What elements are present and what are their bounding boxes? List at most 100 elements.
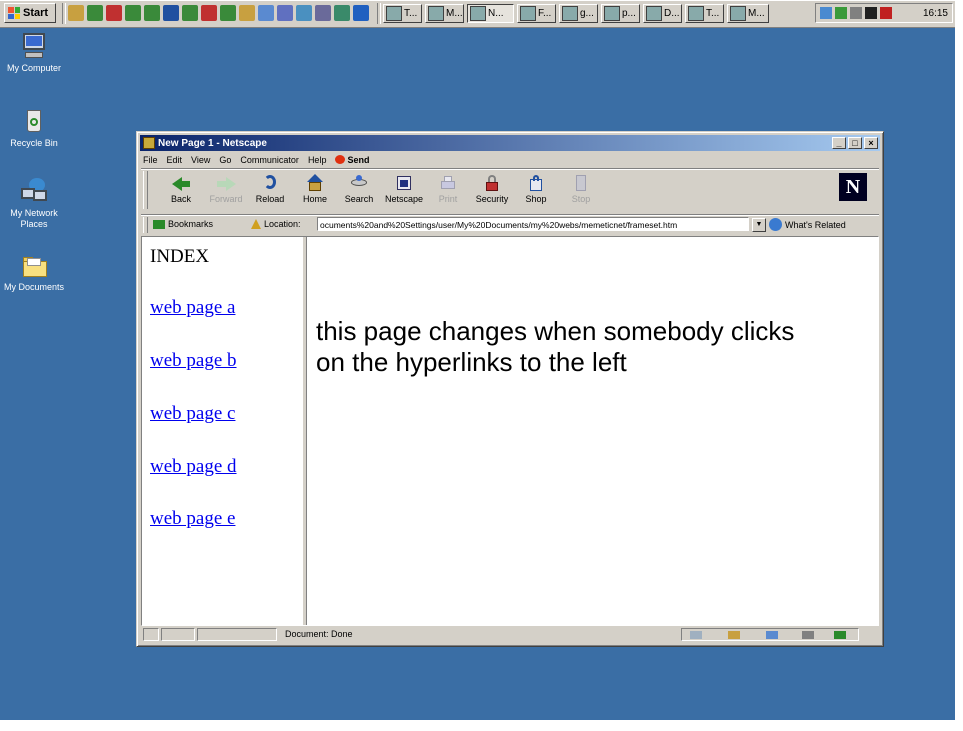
mixer-icon[interactable] xyxy=(68,5,84,21)
task-label: T... xyxy=(404,8,418,19)
quick-launch xyxy=(68,5,369,21)
home-button[interactable]: Home xyxy=(293,171,337,209)
app-icon[interactable] xyxy=(201,5,217,21)
link-web-page-e[interactable]: web page e xyxy=(150,508,235,530)
location-dropdown-button[interactable]: ▼ xyxy=(752,218,766,232)
mail-icon[interactable] xyxy=(728,631,740,639)
app-icon xyxy=(520,6,536,21)
menu-file[interactable]: File xyxy=(143,155,158,165)
app-icon[interactable] xyxy=(296,5,312,21)
link-web-page-d[interactable]: web page d xyxy=(150,456,237,478)
send-icon xyxy=(335,155,346,164)
connection-status-icon[interactable] xyxy=(161,628,195,641)
desktop-icon-my-documents[interactable]: My Documents xyxy=(0,252,69,293)
task-button-active[interactable]: N... xyxy=(467,4,514,23)
desktop-icon-recycle-bin[interactable]: Recycle Bin xyxy=(0,108,69,149)
clock[interactable]: 16:15 xyxy=(923,8,948,19)
app-icon[interactable] xyxy=(258,5,274,21)
task-button[interactable]: F... xyxy=(517,4,556,23)
location-icon[interactable] xyxy=(251,219,261,229)
stop-label: Stop xyxy=(571,194,591,204)
app-icon[interactable] xyxy=(163,5,179,21)
reload-button[interactable]: Reload xyxy=(248,171,292,209)
minimize-button[interactable]: _ xyxy=(832,137,846,149)
app-icon xyxy=(386,6,402,21)
start-button[interactable]: Start xyxy=(4,3,56,23)
task-button[interactable]: p... xyxy=(601,4,640,23)
whats-related-label: What's Related xyxy=(785,219,846,230)
forward-label: Forward xyxy=(209,194,243,204)
netscape-button[interactable]: Netscape xyxy=(382,171,426,209)
task-button[interactable]: T... xyxy=(685,4,724,23)
stop-icon xyxy=(570,173,592,193)
volume-icon[interactable] xyxy=(850,7,862,19)
app-icon[interactable] xyxy=(239,5,255,21)
search-button[interactable]: Search xyxy=(337,171,381,209)
maximize-button[interactable]: □ xyxy=(848,137,862,149)
toolbar-grip[interactable] xyxy=(143,171,148,209)
send-button[interactable]: Send xyxy=(335,155,369,165)
bookmarks-button[interactable]: Bookmarks xyxy=(153,219,213,229)
desktop-icon-network[interactable]: My Network Places xyxy=(0,178,69,230)
menu-edit[interactable]: Edit xyxy=(167,155,183,165)
app-icon[interactable] xyxy=(334,5,350,21)
task-button[interactable]: g... xyxy=(559,4,598,23)
whats-related-button[interactable]: What's Related xyxy=(769,218,846,231)
back-arrow-icon xyxy=(170,173,192,193)
print-button[interactable]: Print xyxy=(426,171,470,209)
app-icon xyxy=(562,6,578,21)
screen-edge-right xyxy=(955,0,963,731)
link-web-page-b[interactable]: web page b xyxy=(150,350,237,372)
task-button[interactable]: M... xyxy=(727,4,769,23)
app-icon[interactable] xyxy=(125,5,141,21)
link-web-page-a[interactable]: web page a xyxy=(150,297,235,319)
task-label: F... xyxy=(538,8,552,19)
edit-icon[interactable] xyxy=(834,631,846,639)
whats-related-icon xyxy=(769,218,782,231)
tray-icon[interactable] xyxy=(880,7,892,19)
app-icon[interactable] xyxy=(182,5,198,21)
stop-button[interactable]: Stop xyxy=(559,171,603,209)
app-icon[interactable] xyxy=(315,5,331,21)
app-icon xyxy=(730,6,746,21)
close-button[interactable]: × xyxy=(864,137,878,149)
app-icon[interactable] xyxy=(220,5,236,21)
desktop-icon-my-computer[interactable]: My Computer xyxy=(0,33,69,74)
send-label: Send xyxy=(347,154,370,165)
security-button[interactable]: Security xyxy=(470,171,514,209)
netscape-icon xyxy=(393,173,415,193)
title-bar[interactable]: New Page 1 - Netscape _ □ × xyxy=(140,135,880,151)
app-icon[interactable] xyxy=(353,5,369,21)
system-tray: 16:15 xyxy=(815,3,953,23)
shop-label: Shop xyxy=(525,194,547,204)
tray-icon[interactable] xyxy=(820,7,832,19)
navigator-icon[interactable] xyxy=(690,631,702,639)
app-icon[interactable] xyxy=(144,5,160,21)
app-icon[interactable] xyxy=(87,5,103,21)
groups-icon[interactable] xyxy=(802,631,814,639)
tray-icon[interactable] xyxy=(865,7,877,19)
component-bar xyxy=(681,628,859,641)
task-button[interactable]: T... xyxy=(383,4,422,23)
tray-icon[interactable] xyxy=(835,7,847,19)
menu-help[interactable]: Help xyxy=(308,155,327,165)
menu-view[interactable]: View xyxy=(191,155,210,165)
task-button[interactable]: D... xyxy=(643,4,682,23)
taskbar-separator xyxy=(62,3,66,24)
composer-icon[interactable] xyxy=(766,631,778,639)
app-icon[interactable] xyxy=(277,5,293,21)
toolbar-grip[interactable] xyxy=(143,217,148,233)
task-label: N... xyxy=(488,8,504,19)
app-icon[interactable] xyxy=(106,5,122,21)
menu-communicator[interactable]: Communicator xyxy=(240,155,299,165)
location-input[interactable]: ocuments%20and%20Settings/user/My%20Docu… xyxy=(317,217,749,231)
task-button[interactable]: M... xyxy=(425,4,464,23)
netscape-logo[interactable]: N xyxy=(839,173,867,201)
menu-go[interactable]: Go xyxy=(219,155,231,165)
security-status-icon[interactable] xyxy=(143,628,159,641)
forward-button[interactable]: Forward xyxy=(204,171,248,209)
desktop-icon-label: My Documents xyxy=(3,282,65,292)
shop-button[interactable]: Shop xyxy=(514,171,558,209)
link-web-page-c[interactable]: web page c xyxy=(150,403,235,425)
back-button[interactable]: Back xyxy=(159,171,203,209)
